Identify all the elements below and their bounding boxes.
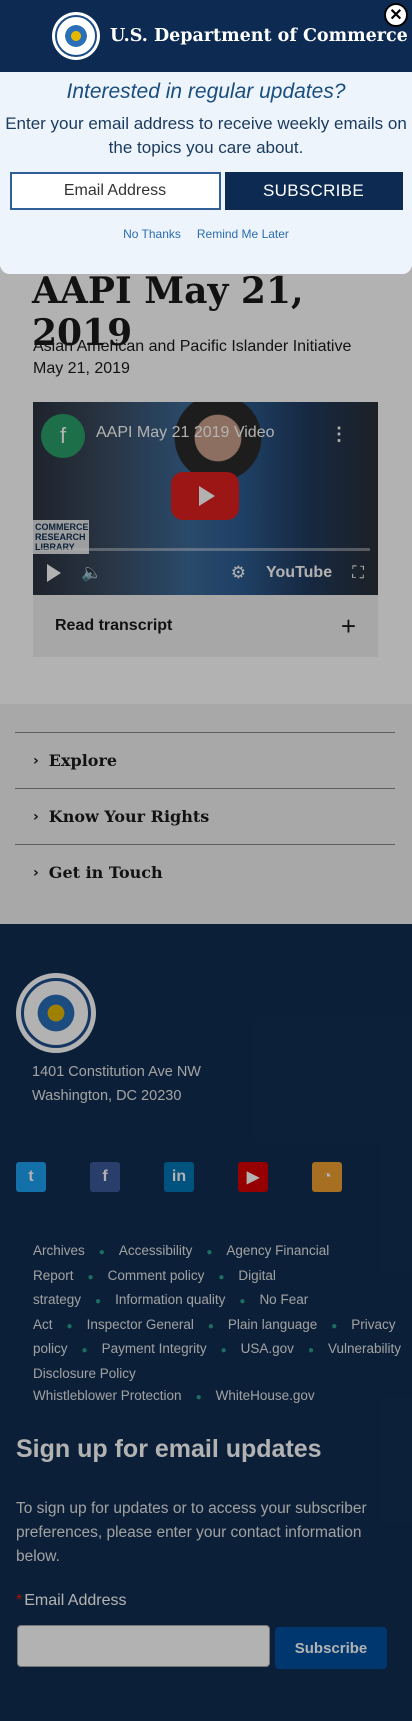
modal-subscribe-button[interactable]: SUBSCRIBE <box>224 172 403 210</box>
remind-later-link[interactable]: Remind Me Later <box>197 227 289 241</box>
modal-header: U.S. Department of Commerce <box>0 0 412 72</box>
modal-form: SUBSCRIBE <box>0 172 412 210</box>
email-signup-modal: U.S. Department of Commerce ✕ Interested… <box>0 0 412 274</box>
modal-secondary-links: No Thanks Remind Me Later <box>0 227 412 241</box>
modal-body: Interested in regular updates? Enter you… <box>0 72 412 274</box>
no-thanks-link[interactable]: No Thanks <box>123 227 181 241</box>
modal-description: Enter your email address to receive week… <box>5 114 407 157</box>
modal-headline: Interested in regular updates? <box>66 80 346 103</box>
modal-email-input[interactable] <box>9 172 221 210</box>
close-icon[interactable]: ✕ <box>384 3 408 27</box>
modal-header-title: U.S. Department of Commerce <box>110 26 408 46</box>
seal-emblem <box>55 15 97 57</box>
department-seal-icon <box>52 12 100 60</box>
